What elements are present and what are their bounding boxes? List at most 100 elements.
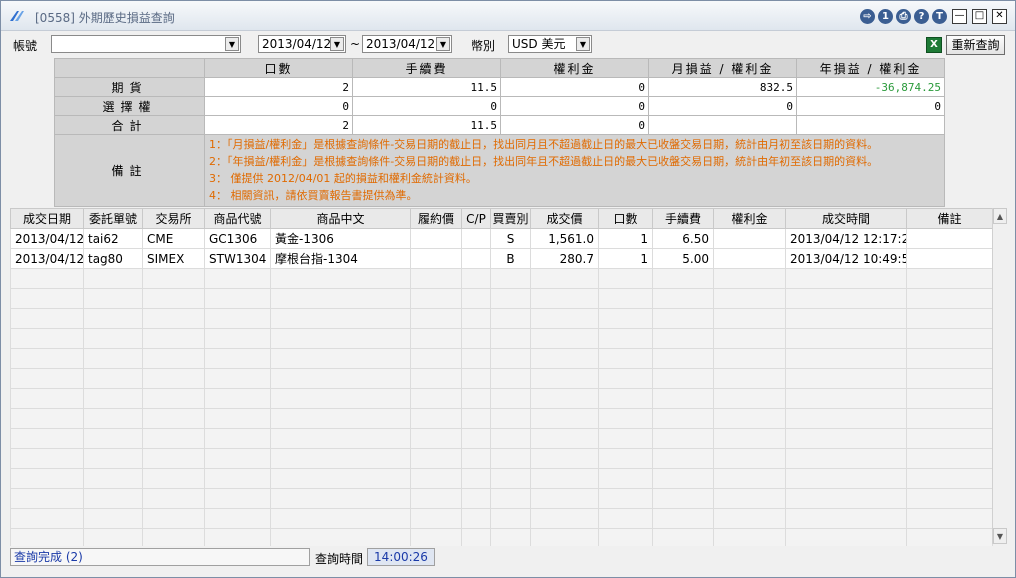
side-cell: S: [490, 228, 531, 249]
currency-value: USD 美元: [512, 37, 566, 51]
column-header[interactable]: 買賣別: [490, 208, 531, 229]
chevron-down-icon[interactable]: ▼: [225, 37, 239, 51]
date-from-select[interactable]: 2013/04/12 ▼: [258, 35, 346, 53]
empty-cell: [785, 308, 907, 329]
empty-cell: [10, 308, 84, 329]
summary-cell: 0: [204, 96, 353, 116]
empty-cell: [713, 368, 786, 389]
empty-cell: [530, 428, 599, 449]
summary-row-label: 期貨: [54, 77, 205, 97]
date-from-value: 2013/04/12: [262, 37, 332, 51]
empty-cell: [410, 308, 462, 329]
table-row[interactable]: 2013/04/12 tag80 SIMEX STW1304 摩根台指-1304…: [10, 248, 993, 269]
empty-cell: [490, 288, 531, 309]
lots-cell: 1: [598, 248, 653, 269]
column-header[interactable]: 成交價: [530, 208, 599, 229]
empty-cell: [142, 348, 205, 369]
empty-cell: [906, 448, 993, 469]
empty-cell: [10, 508, 84, 529]
table-row[interactable]: 2013/04/12 tai62 CME GC1306 黃金-1306 S 1,…: [10, 228, 993, 249]
column-header[interactable]: 權利金: [713, 208, 786, 229]
empty-cell: [10, 448, 84, 469]
empty-cell: [204, 508, 271, 529]
empty-cell: [652, 508, 714, 529]
summary-header: 年損益 / 權利金: [796, 58, 945, 78]
empty-cell: [270, 268, 411, 289]
product-name-cell: 黃金-1306: [270, 228, 411, 249]
empty-cell: [410, 428, 462, 449]
column-header[interactable]: C/P: [461, 208, 491, 229]
empty-cell: [461, 268, 491, 289]
empty-cell: [713, 508, 786, 529]
excel-export-icon[interactable]: X: [926, 37, 942, 53]
fee-cell: 6.50: [652, 228, 714, 249]
column-header[interactable]: 商品代號: [204, 208, 271, 229]
empty-row: [10, 448, 993, 469]
summary-cell: 11.5: [352, 77, 501, 97]
empty-cell: [713, 428, 786, 449]
summary-header: 口數: [204, 58, 353, 78]
summary-header: 權利金: [500, 58, 649, 78]
column-header[interactable]: 成交時間: [785, 208, 907, 229]
empty-cell: [270, 388, 411, 409]
empty-cell: [785, 488, 907, 509]
column-header[interactable]: 備註: [906, 208, 993, 229]
column-header[interactable]: 口數: [598, 208, 653, 229]
strike-cell: [410, 248, 462, 269]
currency-select[interactable]: USD 美元 ▼: [508, 35, 592, 53]
column-header[interactable]: 商品中文: [270, 208, 411, 229]
column-header[interactable]: 交易所: [142, 208, 205, 229]
requery-button[interactable]: 重新查詢: [946, 35, 1005, 55]
status-message: 查詢完成 (2): [10, 548, 310, 566]
summary-table: 口數 手續費 權利金 月損益 / 權利金 年損益 / 權利金 期貨 2 11.5…: [54, 58, 945, 207]
account-select[interactable]: ▼: [51, 35, 241, 53]
product-name-cell: 摩根台指-1304: [270, 248, 411, 269]
chevron-down-icon[interactable]: ▼: [436, 37, 450, 51]
empty-cell: [410, 368, 462, 389]
exit-icon[interactable]: ⇨: [860, 9, 875, 24]
info-icon[interactable]: 1: [878, 9, 893, 24]
empty-cell: [652, 348, 714, 369]
app-logo-icon: [10, 11, 24, 21]
chevron-down-icon[interactable]: ▼: [576, 37, 590, 51]
minimize-button[interactable]: —: [952, 9, 967, 24]
note-line: 2：「年損益/權利金」是根據查詢條件-交易日期的截止日，找出同年且不超過截止日的…: [209, 155, 879, 168]
empty-cell: [652, 268, 714, 289]
empty-cell: [906, 388, 993, 409]
empty-cell: [906, 308, 993, 329]
maximize-button[interactable]: □: [972, 9, 987, 24]
close-button[interactable]: ✕: [992, 9, 1007, 24]
print-icon[interactable]: ⎙: [896, 9, 911, 24]
query-time-label: 查詢時間: [315, 552, 364, 566]
scroll-up-icon[interactable]: ▲: [993, 208, 1007, 224]
empty-cell: [530, 388, 599, 409]
empty-cell: [652, 428, 714, 449]
fee-cell: 5.00: [652, 248, 714, 269]
empty-cell: [785, 408, 907, 429]
empty-cell: [652, 408, 714, 429]
empty-cell: [83, 368, 143, 389]
empty-cell: [83, 288, 143, 309]
column-header[interactable]: 委託單號: [83, 208, 143, 229]
empty-cell: [83, 488, 143, 509]
date-to-value: 2013/04/12: [366, 37, 436, 51]
column-header[interactable]: 手續費: [652, 208, 714, 229]
text-icon[interactable]: T: [932, 9, 947, 24]
help-icon[interactable]: ?: [914, 9, 929, 24]
empty-cell: [652, 448, 714, 469]
scroll-down-icon[interactable]: ▼: [993, 528, 1007, 544]
column-header[interactable]: 履約價: [410, 208, 462, 229]
empty-cell: [461, 388, 491, 409]
empty-cell: [785, 268, 907, 289]
empty-cell: [83, 308, 143, 329]
empty-cell: [490, 488, 531, 509]
empty-cell: [142, 508, 205, 529]
empty-cell: [461, 428, 491, 449]
empty-cell: [652, 308, 714, 329]
vertical-scrollbar[interactable]: ▲ ▼: [992, 208, 1007, 544]
chevron-down-icon[interactable]: ▼: [330, 37, 344, 51]
empty-cell: [906, 368, 993, 389]
date-to-select[interactable]: 2013/04/12 ▼: [362, 35, 452, 53]
column-header[interactable]: 成交日期: [10, 208, 84, 229]
empty-cell: [270, 308, 411, 329]
